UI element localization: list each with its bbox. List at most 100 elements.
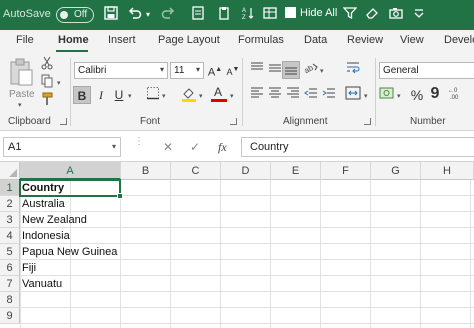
undo-icon[interactable] xyxy=(127,6,143,24)
align-left-icon[interactable] xyxy=(248,86,266,104)
cell-a5[interactable]: Papua New Guinea xyxy=(22,244,117,260)
tab-insert[interactable]: Insert xyxy=(108,34,136,46)
wrap-text-icon[interactable] xyxy=(344,61,362,79)
table-icon[interactable] xyxy=(262,6,278,24)
row-header-2[interactable]: 2 xyxy=(0,196,20,212)
tab-review[interactable]: Review xyxy=(347,34,383,46)
underline-button[interactable]: U xyxy=(110,86,128,104)
row-header-1[interactable]: 1 xyxy=(0,180,20,196)
formula-bar-grip-icon[interactable]: ⋮ xyxy=(134,137,144,147)
select-all-button[interactable] xyxy=(0,162,20,180)
cell-a3[interactable]: New Zealand xyxy=(22,212,87,228)
paste-dropdown-icon[interactable]: ▾ xyxy=(18,101,22,109)
increase-indent-icon[interactable] xyxy=(320,86,338,104)
percent-style-button[interactable]: % xyxy=(408,86,426,104)
font-size-combo[interactable]: 11 ▾ xyxy=(170,62,204,79)
font-color-dropdown-icon[interactable]: ▾ xyxy=(230,92,234,100)
row-header-3[interactable]: 3 xyxy=(0,212,20,228)
row-header-4[interactable]: 4 xyxy=(0,228,20,244)
enter-icon[interactable]: ✓ xyxy=(190,140,200,154)
align-right-icon[interactable] xyxy=(284,86,302,104)
alignment-launcher-icon[interactable] xyxy=(364,118,371,125)
tab-file[interactable]: File xyxy=(16,34,34,46)
fill-handle[interactable] xyxy=(117,193,123,199)
italic-button[interactable]: I xyxy=(92,86,110,104)
name-box-value: A1 xyxy=(8,141,22,153)
autosave-label: AutoSave xyxy=(3,8,51,20)
svg-text:←0: ←0 xyxy=(448,88,458,94)
cell-a7[interactable]: Vanuatu xyxy=(22,276,62,292)
number-format-combo[interactable]: General xyxy=(379,62,474,79)
row-header-7[interactable]: 7 xyxy=(0,276,20,292)
tab-data[interactable]: Data xyxy=(304,34,327,46)
font-launcher-icon[interactable] xyxy=(230,118,237,125)
toggle-knob xyxy=(60,11,68,19)
undo-dropdown-icon[interactable]: ▾ xyxy=(143,6,153,24)
ribbon-tabs: File Home Insert Page Layout Formulas Da… xyxy=(0,30,474,52)
borders-dropdown-icon[interactable]: ▾ xyxy=(162,92,166,100)
copy-dropdown-icon[interactable]: ▾ xyxy=(57,79,61,87)
bold-button[interactable]: B xyxy=(73,86,91,104)
orientation-icon[interactable]: ab xyxy=(302,61,320,79)
accounting-dropdown-icon[interactable]: ▾ xyxy=(397,92,401,100)
row-header-5[interactable]: 5 xyxy=(0,244,20,260)
redo-icon[interactable] xyxy=(160,6,176,24)
more-commands-icon[interactable] xyxy=(412,6,426,24)
increase-decimal-icon[interactable]: ←0.00 xyxy=(448,86,466,104)
decrease-font-icon[interactable]: A▼ xyxy=(224,61,242,79)
tab-developer[interactable]: Develo xyxy=(444,34,474,46)
row-header-9[interactable]: 9 xyxy=(0,308,20,324)
row-header-8[interactable]: 8 xyxy=(0,292,20,308)
font-name-combo[interactable]: Calibri ▾ xyxy=(74,62,168,79)
camera-icon[interactable] xyxy=(388,6,404,24)
column-header-c[interactable]: C xyxy=(171,162,221,180)
save-icon[interactable] xyxy=(103,6,119,24)
copy-icon[interactable] xyxy=(38,74,56,92)
decrease-indent-icon[interactable] xyxy=(302,86,320,104)
autosave-toggle[interactable]: Off xyxy=(56,7,94,23)
underline-dropdown-icon[interactable]: ▾ xyxy=(128,92,132,100)
tab-page-layout[interactable]: Page Layout xyxy=(158,34,220,46)
cancel-icon[interactable]: ✕ xyxy=(163,140,173,154)
column-header-a[interactable]: A xyxy=(20,162,121,180)
hide-all-checkbox[interactable]: Hide All xyxy=(285,7,337,19)
align-top-icon[interactable] xyxy=(248,61,266,79)
comma-style-button[interactable]: 9 xyxy=(426,85,444,103)
form-icon[interactable] xyxy=(190,6,206,24)
column-header-b[interactable]: B xyxy=(121,162,171,180)
align-bottom-icon[interactable] xyxy=(282,61,300,79)
column-header-h[interactable]: H xyxy=(421,162,474,180)
copy-format-icon[interactable] xyxy=(216,6,232,24)
cut-icon[interactable] xyxy=(38,56,56,74)
insert-function-button[interactable]: fx xyxy=(218,140,227,155)
accounting-format-icon[interactable] xyxy=(378,86,396,104)
name-box[interactable]: A1 ▾ xyxy=(3,137,121,157)
filter-icon[interactable] xyxy=(342,6,358,24)
formula-input[interactable]: Country xyxy=(241,137,474,157)
increase-font-icon[interactable]: A▲ xyxy=(206,61,224,79)
column-header-d[interactable]: D xyxy=(221,162,271,180)
eraser-icon[interactable] xyxy=(364,6,380,24)
orientation-dropdown-icon[interactable]: ▾ xyxy=(320,67,324,75)
fill-color-dropdown-icon[interactable]: ▾ xyxy=(199,92,203,100)
column-header-f[interactable]: F xyxy=(321,162,371,180)
cell-a2[interactable]: Australia xyxy=(22,196,65,212)
merge-dropdown-icon[interactable]: ▾ xyxy=(364,92,368,100)
merge-center-icon[interactable] xyxy=(344,86,362,104)
sort-icon[interactable]: AZ xyxy=(240,6,256,24)
borders-icon[interactable] xyxy=(144,86,162,104)
row-header-6[interactable]: 6 xyxy=(0,260,20,276)
column-header-e[interactable]: E xyxy=(271,162,321,180)
fill-color-icon[interactable] xyxy=(180,86,198,104)
align-center-icon[interactable] xyxy=(266,86,284,104)
paste-button[interactable]: Paste ▾ xyxy=(6,56,36,109)
clipboard-launcher-icon[interactable] xyxy=(60,118,67,125)
cell-a6[interactable]: Fiji xyxy=(22,260,36,276)
column-header-g[interactable]: G xyxy=(371,162,421,180)
format-painter-icon[interactable] xyxy=(38,92,56,110)
cell-a4[interactable]: Indonesia xyxy=(22,228,70,244)
tab-home[interactable]: Home xyxy=(58,34,89,46)
tab-formulas[interactable]: Formulas xyxy=(238,34,284,46)
font-color-button[interactable]: A xyxy=(210,84,228,102)
tab-view[interactable]: View xyxy=(400,34,424,46)
